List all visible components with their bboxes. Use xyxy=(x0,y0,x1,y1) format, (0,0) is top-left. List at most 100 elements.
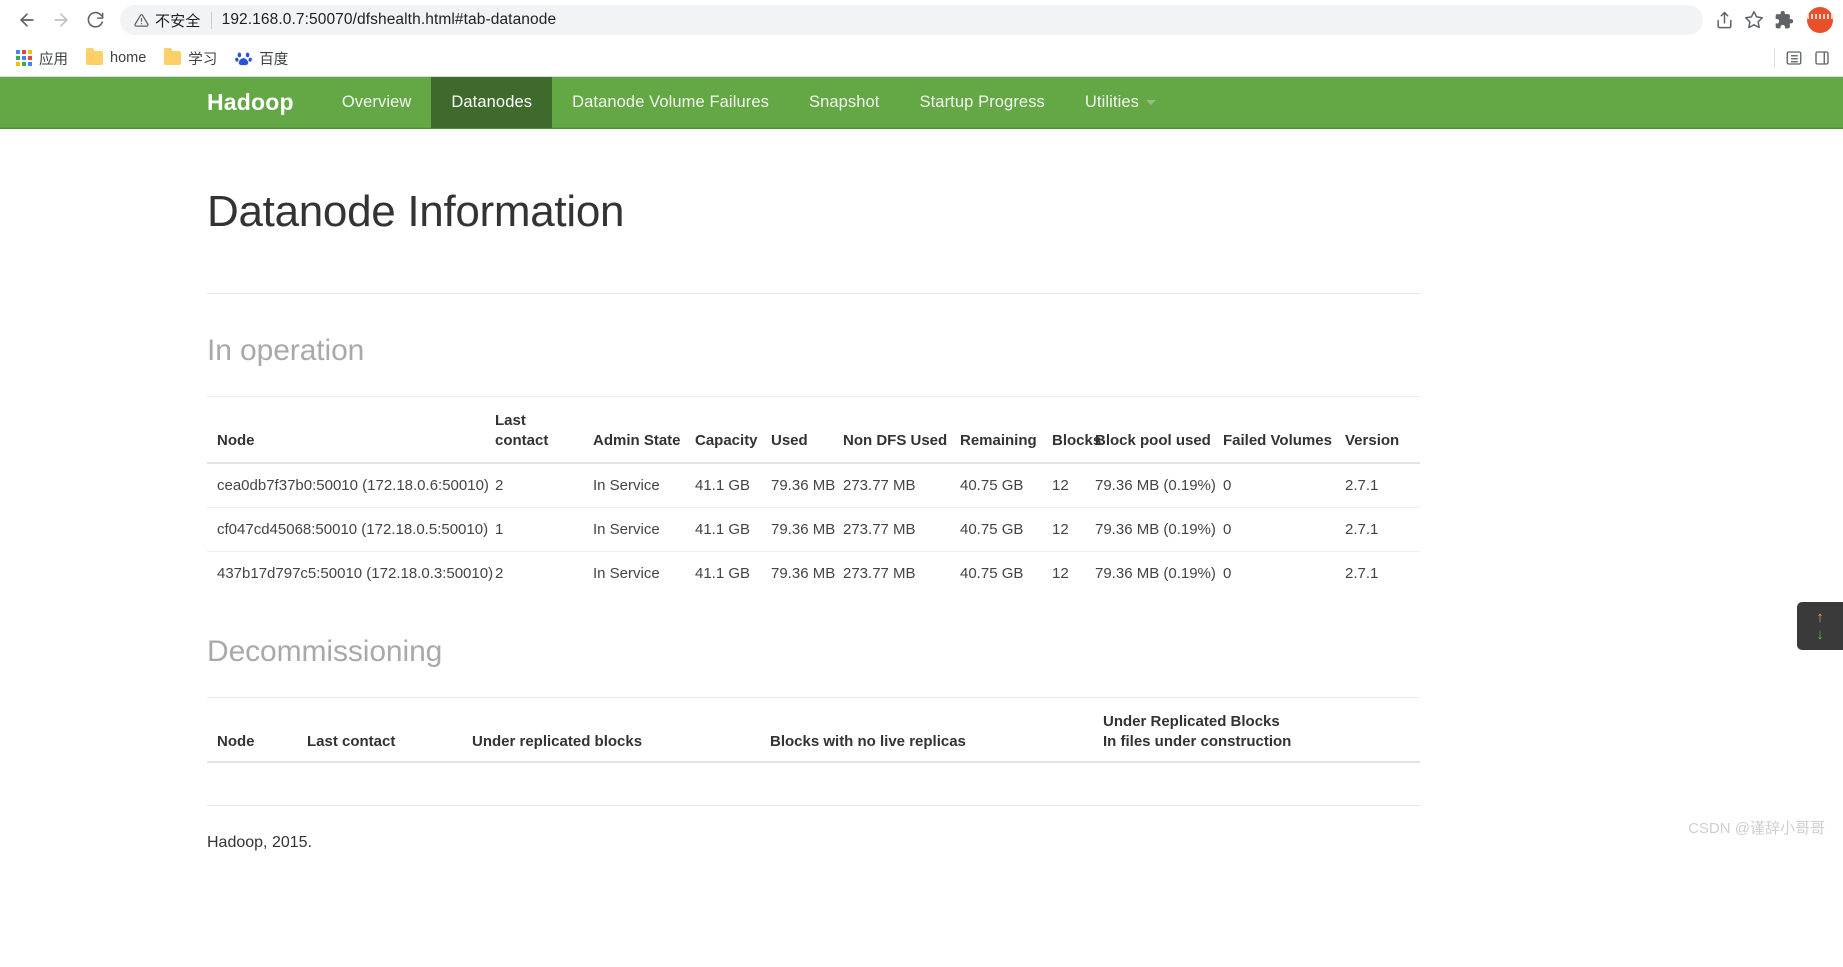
cell-non-dfs-used: 273.77 MB xyxy=(843,477,916,494)
cell-capacity: 41.1 GB xyxy=(695,477,751,494)
table-header-row: Node Last contact Admin State Capacity U… xyxy=(207,397,1420,464)
cell-used: 79.36 MB xyxy=(761,507,835,552)
omnibox-divider xyxy=(210,11,212,29)
reload-icon[interactable] xyxy=(78,3,112,37)
col-failed-volumes[interactable]: Failed Volumes xyxy=(1213,397,1335,464)
bookmark-label: 学习 xyxy=(188,51,218,68)
baidu-paw-icon xyxy=(235,50,253,67)
browser-toolbar: 不安全 192.168.0.7:50070/dfshealth.html#tab… xyxy=(0,0,1843,40)
bookmark-study[interactable]: 学习 xyxy=(156,44,225,73)
bookmarks-bar: 应用 home 学习 百度 xyxy=(0,40,1843,77)
col-under-replicated-blocks-in-files-under-construction[interactable]: Under Replicated Blocks In files under c… xyxy=(1093,698,1420,763)
cell-remaining: 40.75 GB xyxy=(950,551,1042,595)
tab-snapshot[interactable]: Snapshot xyxy=(789,77,900,128)
main-navbar: Hadoop Overview Datanodes Datanode Volum… xyxy=(0,77,1843,129)
cell-failed-volumes: 0 xyxy=(1213,551,1335,595)
col-version[interactable]: Version xyxy=(1335,397,1420,464)
table-header-row: Node Last contact Under replicated block… xyxy=(207,698,1420,763)
col-capacity[interactable]: Capacity xyxy=(685,397,761,464)
table-body: cea0db7f37b0:50010 (172.18.0.6:50010) 2 … xyxy=(207,463,1420,595)
cell-block-pool-used: 79.36 MB (0.19%) xyxy=(1085,507,1216,552)
tab-datanodes[interactable]: Datanodes xyxy=(431,77,553,128)
cell-used: 79.36 MB xyxy=(771,477,836,494)
tab-overview[interactable]: Overview xyxy=(322,77,432,128)
cell-admin-state: In Service xyxy=(583,507,685,552)
cell-remaining: 40.75 GB xyxy=(950,507,1042,552)
col-under-replicated-blocks[interactable]: Under replicated blocks xyxy=(462,698,760,763)
table-row: 437b17d797c5:50010 (172.18.0.3:50010) 2 … xyxy=(207,551,1420,595)
forward-arrow-icon[interactable] xyxy=(44,3,78,37)
col-blocks[interactable]: Blocks xyxy=(1042,397,1101,464)
col-header-line-1: Under Replicated Blocks xyxy=(1103,713,1280,730)
cell-last-contact: 2 xyxy=(495,477,504,494)
cell-node[interactable]: cf047cd45068:50010 (172.18.0.5:50010) xyxy=(207,507,488,552)
decommissioning-table: Node Last contact Under replicated block… xyxy=(207,698,1420,763)
col-last-contact[interactable]: Last contact xyxy=(485,397,583,464)
cell-node[interactable]: cea0db7f37b0:50010 (172.18.0.6:50010) xyxy=(207,463,489,508)
bookmark-label: 应用 xyxy=(39,51,68,68)
in-operation-table: Node Last contact Admin State Capacity U… xyxy=(207,397,1420,595)
footer-divider xyxy=(207,805,1420,806)
footer-text: Hadoop, 2015. xyxy=(207,834,312,851)
col-used[interactable]: Used xyxy=(761,397,833,464)
cell-blocks: 12 xyxy=(1052,477,1069,494)
scroll-to-top-bottom-widget[interactable]: ↑ ↓ xyxy=(1797,602,1843,650)
col-block-pool-used[interactable]: Block pool used xyxy=(1085,397,1213,464)
col-node[interactable]: Node xyxy=(207,698,297,763)
bookmark-baidu[interactable]: 百度 xyxy=(227,44,296,73)
browser-chrome: 不安全 192.168.0.7:50070/dfshealth.html#tab… xyxy=(0,0,1843,77)
cell-node[interactable]: 437b17d797c5:50010 (172.18.0.3:50010) xyxy=(207,551,493,595)
address-bar[interactable]: 不安全 192.168.0.7:50070/dfshealth.html#tab… xyxy=(120,5,1703,35)
table-header: Node Last contact Admin State Capacity U… xyxy=(207,397,1420,464)
tab-startup-progress[interactable]: Startup Progress xyxy=(900,77,1065,128)
profile-avatar[interactable] xyxy=(1807,7,1833,33)
table-row: cea0db7f37b0:50010 (172.18.0.6:50010) 2 … xyxy=(207,463,1420,508)
page-content: Datanode Information In operation Node L… xyxy=(0,187,1843,852)
bookmark-label: 百度 xyxy=(259,51,289,68)
not-secure-warning-icon xyxy=(134,13,149,28)
tab-utilities[interactable]: Utilities xyxy=(1065,77,1176,128)
col-admin-state[interactable]: Admin State xyxy=(583,397,685,464)
table-row: cf047cd45068:50010 (172.18.0.5:50010) 1 … xyxy=(207,507,1420,552)
col-header-line-2: In files under construction xyxy=(1103,732,1292,750)
section-heading-decommissioning: Decommissioning xyxy=(207,635,443,668)
cell-blocks: 12 xyxy=(1042,507,1085,552)
cell-failed-volumes: 0 xyxy=(1213,507,1335,552)
col-last-contact[interactable]: Last contact xyxy=(297,698,462,763)
cell-admin-state: In Service xyxy=(583,551,685,595)
star-icon[interactable] xyxy=(1739,5,1769,35)
tab-utilities-label: Utilities xyxy=(1084,93,1139,111)
brand-hadoop[interactable]: Hadoop xyxy=(207,77,322,128)
cell-block-pool-used: 79.36 MB (0.19%) xyxy=(1085,551,1216,595)
puzzle-piece-icon[interactable] xyxy=(1769,5,1799,35)
col-remaining[interactable]: Remaining xyxy=(950,397,1042,464)
bookmark-apps[interactable]: 应用 xyxy=(8,44,76,73)
cell-last-contact: 1 xyxy=(485,507,583,552)
share-icon[interactable] xyxy=(1709,5,1739,35)
cell-non-dfs-used: 273.77 MB xyxy=(833,507,950,552)
bookmarks-bar-right xyxy=(1774,48,1835,68)
table-header: Node Last contact Under replicated block… xyxy=(207,698,1420,763)
cell-version: 2.7.1 xyxy=(1345,477,1379,494)
divider xyxy=(1774,48,1775,68)
cell-failed-volumes: 0 xyxy=(1223,477,1232,494)
reading-list-icon[interactable] xyxy=(1785,49,1803,67)
folder-icon xyxy=(86,48,103,65)
tab-datanode-volume-failures[interactable]: Datanode Volume Failures xyxy=(552,77,789,128)
back-arrow-icon[interactable] xyxy=(10,3,44,37)
sidebar-icon[interactable] xyxy=(1813,49,1831,67)
hadoop-page: Hadoop Overview Datanodes Datanode Volum… xyxy=(0,77,1843,852)
cell-last-contact: 2 xyxy=(485,551,583,595)
cell-admin-state: In Service xyxy=(593,477,660,494)
arrow-up-icon[interactable]: ↑ xyxy=(1816,610,1824,625)
col-non-dfs-used[interactable]: Non DFS Used xyxy=(833,397,950,464)
bookmark-home[interactable]: home xyxy=(78,46,154,70)
col-node[interactable]: Node xyxy=(207,397,485,464)
cell-used: 79.36 MB xyxy=(761,551,835,595)
col-blocks-no-live-replicas[interactable]: Blocks with no live replicas xyxy=(760,698,1093,763)
url-text: 192.168.0.7:50070/dfshealth.html#tab-dat… xyxy=(221,11,557,28)
page-title: Datanode Information xyxy=(207,187,625,236)
arrow-down-icon[interactable]: ↓ xyxy=(1816,627,1824,642)
cell-capacity: 41.1 GB xyxy=(685,507,761,552)
watermark: CSDN @谨辞小哥哥 xyxy=(1688,820,1825,837)
